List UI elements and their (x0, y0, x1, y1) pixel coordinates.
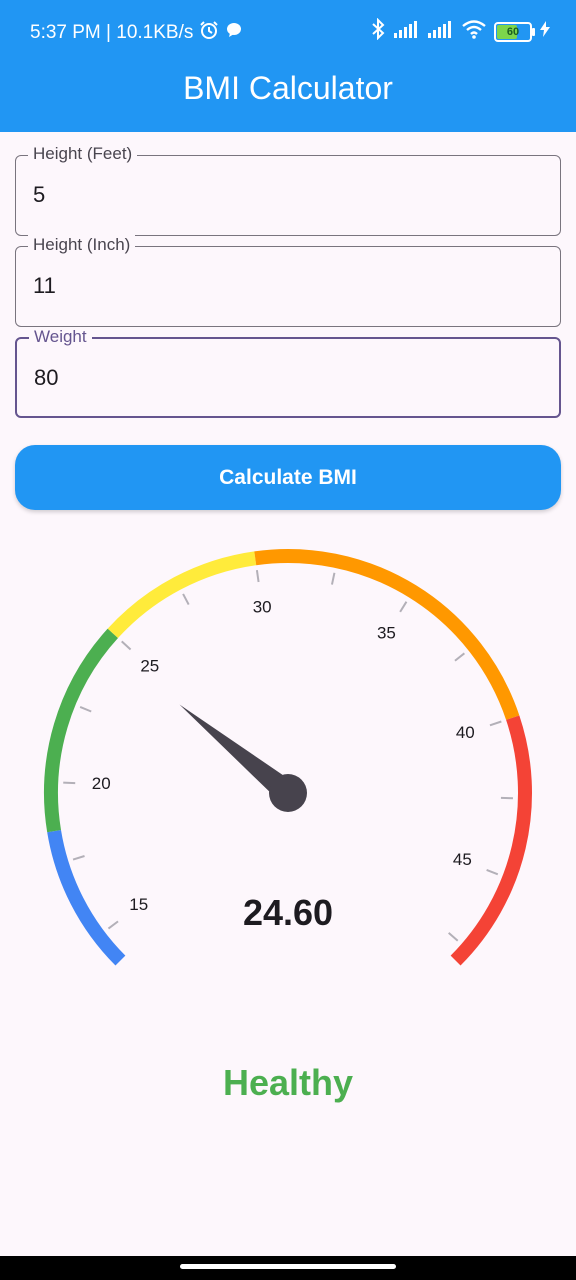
height-feet-field[interactable]: Height (Feet) 5 (15, 144, 561, 236)
gauge-tick-label: 30 (253, 597, 272, 616)
gauge-tick-label: 25 (140, 657, 159, 676)
height-feet-value[interactable]: 5 (33, 182, 45, 208)
signal-icon (428, 20, 454, 44)
height-feet-label: Height (Feet) (28, 144, 138, 164)
gauge-tick (182, 593, 190, 606)
alarm-icon (199, 20, 219, 46)
bluetooth-icon (370, 17, 386, 46)
gauge-needle-knob (269, 774, 307, 812)
gauge-tick (486, 869, 499, 876)
height-inch-label: Height (Inch) (28, 235, 136, 255)
gauge-tick (72, 855, 85, 861)
gauge-tick (454, 652, 465, 662)
charging-bolt-icon (540, 21, 550, 43)
gauge-tick (121, 640, 132, 651)
height-inch-value[interactable]: 11 (33, 273, 56, 299)
battery-level: 60 (506, 26, 520, 38)
gauge-tick (448, 932, 459, 942)
status-bar: 5:37 PM | 10.1KB/s 60 (0, 0, 576, 64)
gauge-range-arc (44, 628, 119, 833)
chat-bubble-icon (225, 21, 243, 45)
weight-label: Weight (29, 327, 92, 347)
signal-icon (394, 20, 420, 44)
gauge-tick (330, 572, 336, 585)
weight-value[interactable]: 80 (34, 365, 58, 391)
status-time-speed: 5:37 PM | 10.1KB/s (30, 22, 194, 43)
gauge-tick-label: 35 (377, 623, 396, 642)
gauge-tick (255, 570, 260, 583)
home-gesture-handle[interactable] (180, 1264, 396, 1269)
gauge-tick (489, 720, 502, 727)
calculate-bmi-button[interactable]: Calculate BMI (15, 445, 561, 510)
height-inch-field[interactable]: Height (Inch) 11 (15, 235, 561, 327)
battery-icon: 60 (494, 22, 535, 42)
weight-field[interactable]: Weight 80 (15, 327, 561, 418)
wifi-icon (462, 19, 486, 45)
gauge-tick (79, 705, 92, 713)
gauge-tick (399, 601, 408, 613)
gauge-tick-label: 20 (92, 774, 111, 793)
gauge-tick-label: 45 (453, 850, 472, 869)
gauge-value: 24.60 (242, 892, 334, 933)
app-bar: 5:37 PM | 10.1KB/s 60 BMI Calculator (0, 0, 576, 132)
gauge-tick (63, 781, 76, 785)
bmi-status-label: Healthy (222, 1062, 354, 1103)
bmi-gauge: 15202530354045 (44, 549, 532, 966)
gauge-tick-label: 40 (456, 723, 475, 742)
page-title: BMI Calculator (183, 70, 393, 106)
system-nav-bar (0, 1256, 576, 1280)
